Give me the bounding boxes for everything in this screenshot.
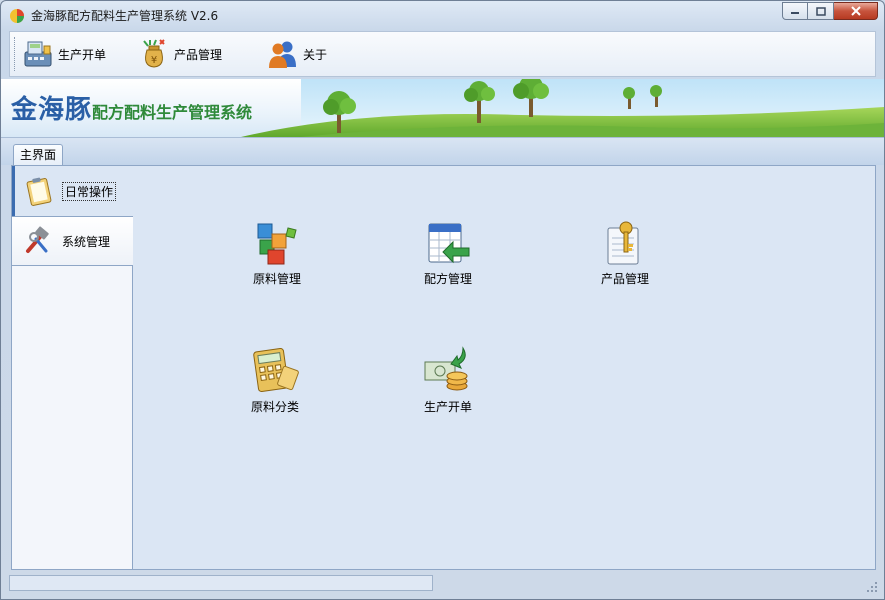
blocks-icon [257,223,297,265]
function-label: 原料管理 [252,272,301,286]
production-order-button[interactable]: 生产开单 [403,346,493,415]
toolbar-label: 产品管理 [174,47,223,62]
users-icon [269,41,296,68]
status-panel [9,575,433,591]
toolbar-production-order-button[interactable]: 生产开单 [22,38,106,70]
sidebar: 日常操作 系统管理 [12,166,133,569]
banner-title-main: 金海豚 [11,95,93,125]
cash-register-icon [24,41,52,67]
calendar-arrow-icon [428,223,470,264]
resize-grip-icon[interactable] [866,581,878,593]
product-management-button[interactable]: 产品管理 [580,218,670,287]
window-controls [782,2,878,20]
banner-title: 金海豚配方配料生产管理系统 [11,89,252,126]
calculator-icon [253,347,299,393]
status-bar [1,571,884,599]
toolbar-product-management-button[interactable]: ¥ 产品管理 [138,38,222,70]
tools-icon [26,226,49,253]
toolbar-about-button[interactable]: 关于 [267,38,327,70]
close-icon [850,6,861,16]
maximize-button[interactable] [808,2,834,20]
tab-main[interactable]: 主界面 [13,144,64,166]
tab-strip: 主界面 [1,137,884,166]
main-content: 日常操作 系统管理 原料管理 配方管理 产品管理 原料分类 生产开单 [11,165,876,570]
formula-management-button[interactable]: 配方管理 [403,218,493,287]
sidebar-item-label: 系统管理 [62,234,111,249]
key-document-icon [607,221,639,265]
pie-chart-icon [10,9,24,23]
svg-text:¥: ¥ [151,55,157,66]
minimize-icon [791,12,799,14]
toolbar-label: 生产开单 [58,47,107,62]
raw-material-management-button[interactable]: 原料管理 [232,218,322,287]
sidebar-item-label: 日常操作 [61,181,117,201]
clipboard-icon [26,177,52,206]
sidebar-item-daily-operations[interactable]: 日常操作 [12,166,133,216]
app-window: 金海豚配方配料生产管理系统 V2.6 生产开单 ¥ 产品管理 关于 金海豚配方配… [0,0,885,600]
main-toolbar: 生产开单 ¥ 产品管理 关于 [9,31,876,77]
close-button[interactable] [834,2,878,20]
sidebar-item-system-management[interactable]: 系统管理 [12,216,133,266]
function-label: 原料分类 [250,400,299,414]
banknote-coins-icon [424,346,468,391]
money-bag-icon: ¥ [143,39,165,68]
toolbar-grip[interactable] [14,37,17,71]
maximize-icon [815,6,826,16]
header-banner: 金海豚配方配料生产管理系统 [1,79,884,137]
function-panel: 原料管理 配方管理 产品管理 原料分类 生产开单 [134,166,875,569]
function-label: 生产开单 [423,400,472,414]
window-title: 金海豚配方配料生产管理系统 V2.6 [31,9,219,23]
function-label: 产品管理 [600,272,649,286]
raw-material-category-button[interactable]: 原料分类 [230,346,320,415]
function-label: 配方管理 [423,272,472,286]
toolbar-label: 关于 [303,47,328,62]
banner-title-sub: 配方配料生产管理系统 [92,103,253,122]
title-bar[interactable]: 金海豚配方配料生产管理系统 V2.6 [1,1,884,29]
minimize-button[interactable] [782,2,808,20]
